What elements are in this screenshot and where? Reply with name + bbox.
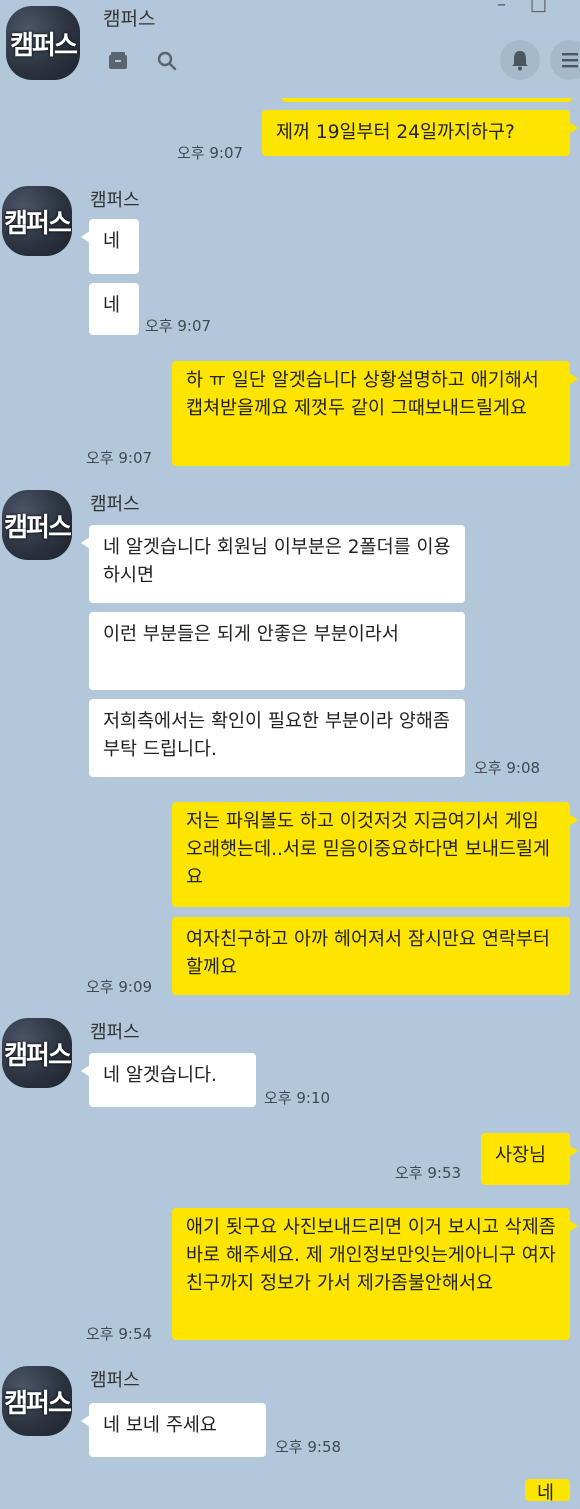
- sender-avatar[interactable]: 캠퍼스: [2, 490, 72, 560]
- minimize-button[interactable]: –: [497, 0, 506, 15]
- message-time: 오후 9:58: [275, 1438, 342, 1456]
- message-time: 오후 9:08: [474, 759, 541, 777]
- message-time: 오후 9:07: [145, 317, 212, 335]
- avatar-logo-text: 캠퍼스: [4, 512, 72, 543]
- sender-name: 캠퍼스: [90, 1370, 140, 1391]
- sender-avatar[interactable]: 캠퍼스: [2, 1366, 72, 1436]
- my-message-bubble[interactable]: 여자친구하고 아까 헤어져서 잠시만요 연락부터할께요: [172, 917, 570, 995]
- menu-icon: [562, 53, 578, 68]
- message-time: 오후 9:10: [264, 1089, 331, 1107]
- sender-name: 캠퍼스: [90, 1022, 140, 1043]
- chatroom-title: 캠퍼스: [103, 8, 156, 30]
- message-time: 오후 9:07: [86, 449, 153, 467]
- notification-button[interactable]: [500, 40, 540, 80]
- sender-name: 캠퍼스: [90, 494, 140, 515]
- sender-avatar[interactable]: 캠퍼스: [2, 1018, 72, 1088]
- maximize-button[interactable]: □: [530, 0, 547, 15]
- their-message-bubble[interactable]: 네: [89, 283, 139, 335]
- their-message-bubble[interactable]: 네 알겟습니다 회원님 이부분은 2폴더를 이용하시면: [81, 525, 465, 603]
- message-time: 오후 9:09: [86, 978, 153, 996]
- sender-avatar[interactable]: 캠퍼스: [2, 186, 72, 256]
- their-message-bubble[interactable]: 이런 부분들은 되게 안좋은 부분이라서: [89, 612, 465, 690]
- avatar-logo-text: 캠퍼스: [4, 1388, 72, 1419]
- chatroom-avatar[interactable]: 캠퍼스: [6, 6, 80, 80]
- my-message-bubble[interactable]: 사장님: [481, 1133, 578, 1185]
- search-icon[interactable]: [156, 50, 178, 72]
- bell-icon: [512, 51, 528, 71]
- sender-name: 캠퍼스: [90, 190, 140, 211]
- my-message-bubble[interactable]: 저는 파워볼도 하고 이것저것 지금여기서 게임 오래햇는데..서로 믿음이중요…: [172, 802, 578, 907]
- avatar-logo-text: 캠퍼스: [4, 1040, 72, 1071]
- their-message-bubble[interactable]: 네: [81, 219, 139, 274]
- message-time: 오후 9:54: [86, 1325, 153, 1343]
- avatar-logo-text: 캠퍼스: [10, 30, 78, 61]
- their-message-bubble[interactable]: 저희측에서는 확인이 필요한 부분이라 양해좀 부탁 드립니다.: [89, 699, 465, 777]
- message-time: 오후 9:07: [177, 144, 244, 162]
- folder-icon[interactable]: [107, 50, 129, 72]
- menu-button[interactable]: [550, 40, 580, 80]
- chat-header: 캠퍼스 캠퍼스 – □: [0, 0, 580, 98]
- their-message-bubble[interactable]: 네 보네 주세요: [81, 1403, 266, 1457]
- my-message-bubble[interactable]: 네: [525, 1479, 570, 1504]
- my-message-bubble[interactable]: 애기 됫구요 사진보내드리면 이거 보시고 삭제좀 바로 해주세요. 제 개인정…: [172, 1208, 578, 1340]
- my-message-bubble[interactable]: 하 ㅠ 일단 알겟습니다 상황설명하고 애기해서 캡쳐받을께요 제껏두 같이 그…: [172, 361, 578, 466]
- message-time: 오후 9:53: [395, 1164, 462, 1182]
- my-message-bubble[interactable]: 제꺼 19일부터 24일까지하구?: [262, 110, 578, 156]
- their-message-bubble[interactable]: 네 알겟습니다.: [81, 1053, 256, 1107]
- avatar-logo-text: 캠퍼스: [4, 208, 72, 239]
